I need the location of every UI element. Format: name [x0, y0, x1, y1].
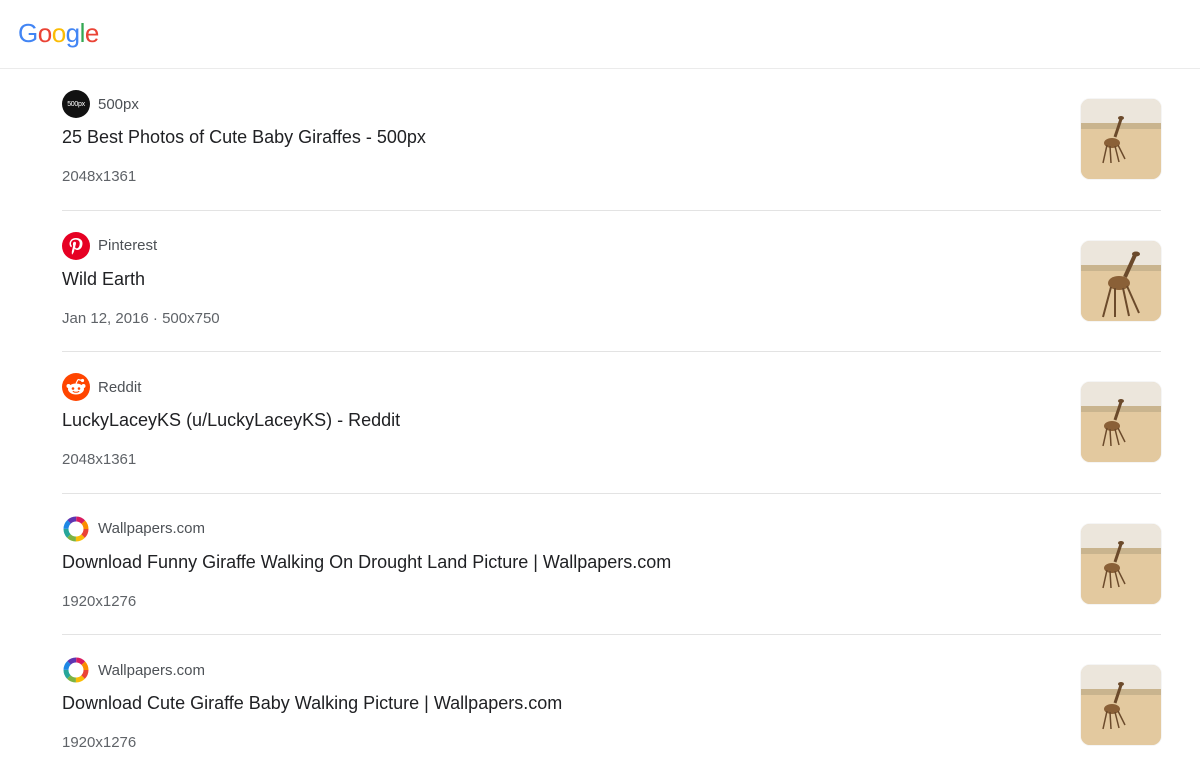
result-thumbnail[interactable] — [1081, 665, 1161, 746]
source-row: Pinterest — [62, 231, 157, 260]
result-title[interactable]: LuckyLaceyKS (u/LuckyLaceyKS) - Reddit — [62, 410, 400, 431]
500px-logo-text: 500px — [67, 100, 85, 108]
giraffe-thumbnail-image — [1081, 382, 1161, 463]
source-name[interactable]: Wallpapers.com — [98, 520, 205, 537]
result-item[interactable]: Reddit LuckyLaceyKS (u/LuckyLaceyKS) - R… — [62, 352, 1161, 494]
logo-letter: o — [37, 18, 52, 48]
result-meta: 1920x1276 — [62, 592, 137, 610]
wallpapers-icon — [62, 515, 90, 543]
result-meta: 1920x1276 — [62, 734, 137, 752]
top-bar: Google — [0, 0, 1200, 69]
logo-letter: o — [51, 18, 66, 48]
giraffe-thumbnail-image — [1081, 523, 1161, 604]
result-title[interactable]: Download Cute Giraffe Baby Walking Pictu… — [62, 693, 562, 714]
logo-letter: g — [65, 18, 80, 48]
source-row: Reddit — [62, 373, 141, 402]
results-list: 500px 500px 25 Best Photos of Cute Baby … — [62, 69, 1161, 771]
source-name[interactable]: Wallpapers.com — [98, 662, 205, 679]
result-item[interactable]: Wallpapers.com Download Funny Giraffe Wa… — [62, 494, 1161, 636]
result-meta: 2048x1361 — [62, 168, 137, 185]
result-thumbnail[interactable] — [1081, 523, 1161, 604]
wallpapers-icon — [62, 656, 90, 684]
source-row: Wallpapers.com — [62, 656, 205, 684]
source-row: Wallpapers.com — [62, 515, 205, 543]
result-title[interactable]: Wild Earth — [62, 269, 145, 290]
result-thumbnail[interactable] — [1081, 382, 1161, 463]
result-title[interactable]: Download Funny Giraffe Walking On Drough… — [62, 552, 671, 573]
giraffe-thumbnail-image — [1081, 99, 1161, 179]
result-item[interactable]: Wallpapers.com Download Cute Giraffe Bab… — [62, 635, 1161, 771]
reddit-icon — [62, 373, 90, 402]
giraffe-thumbnail-image — [1081, 665, 1161, 746]
result-thumbnail[interactable] — [1081, 240, 1161, 321]
result-item[interactable]: Pinterest Wild Earth Jan 12, 2016 · 500x… — [62, 211, 1161, 353]
source-name[interactable]: Pinterest — [98, 237, 157, 254]
result-title[interactable]: 25 Best Photos of Cute Baby Giraffes - 5… — [62, 127, 426, 148]
google-logo[interactable]: Google — [18, 18, 99, 48]
pinterest-icon — [62, 231, 90, 260]
giraffe-thumbnail-image — [1081, 240, 1161, 321]
source-name[interactable]: Reddit — [98, 379, 141, 396]
result-item[interactable]: 500px 500px 25 Best Photos of Cute Baby … — [62, 69, 1161, 211]
result-thumbnail[interactable] — [1081, 99, 1161, 179]
logo-letter: G — [18, 18, 38, 48]
result-meta: 2048x1361 — [62, 451, 137, 469]
result-meta: Jan 12, 2016 · 500x750 — [62, 309, 220, 327]
500px-icon: 500px — [62, 90, 90, 118]
source-row: 500px 500px — [62, 90, 139, 118]
logo-letter: e — [84, 18, 99, 48]
source-name[interactable]: 500px — [98, 96, 139, 113]
